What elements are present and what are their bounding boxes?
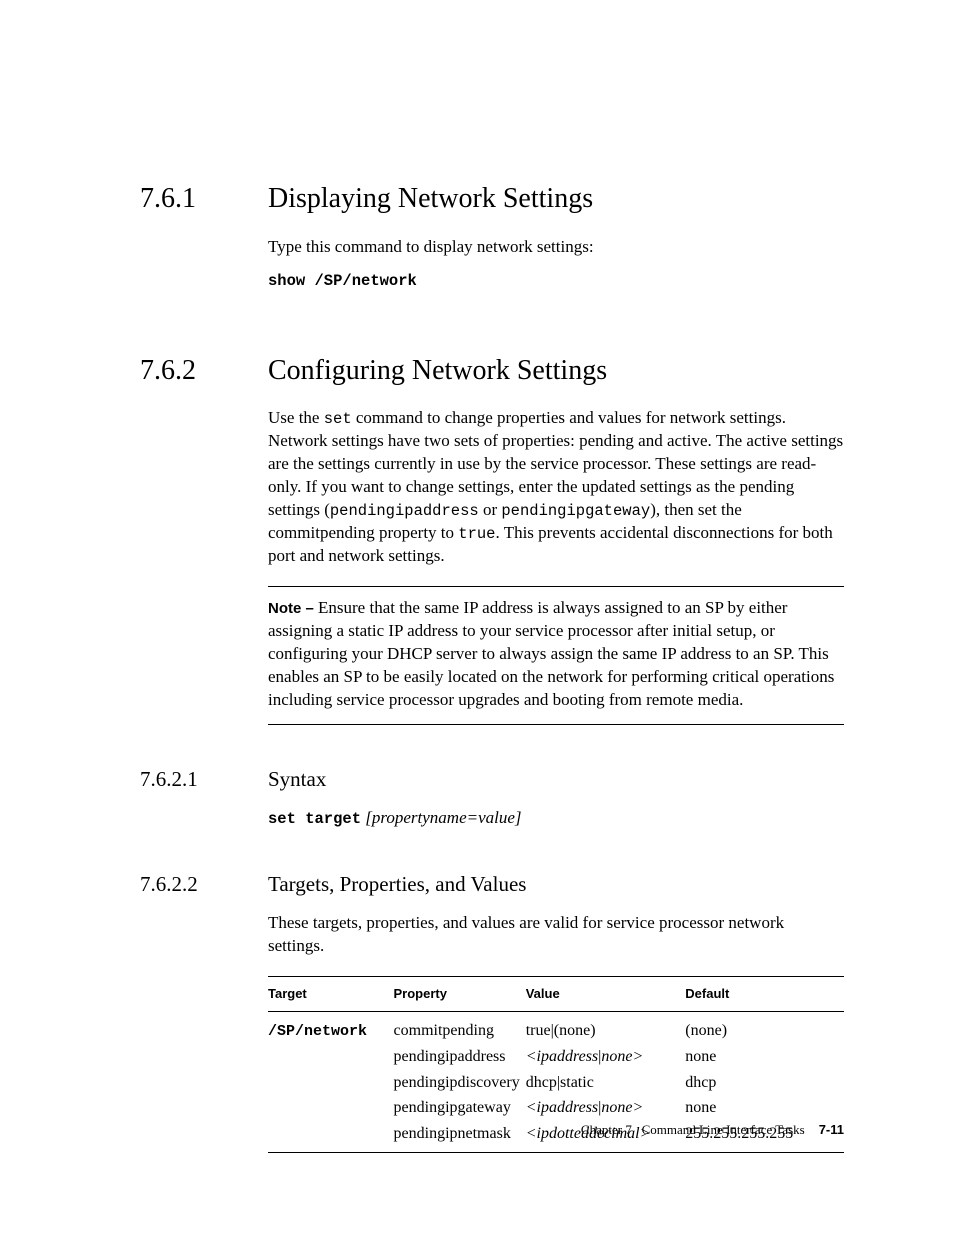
cell-default: none — [685, 1044, 844, 1070]
cell-default: none — [685, 1095, 844, 1121]
text: Use the — [268, 408, 324, 427]
syntax-arg: [propertyname=value] — [365, 808, 521, 827]
heading-title: Configuring Network Settings — [268, 352, 607, 390]
heading-number: 7.6.2 — [140, 352, 268, 390]
syntax-line: set target [propertyname=value] — [268, 807, 844, 830]
section-7-6-2: 7.6.2 Configuring Network Settings Use t… — [140, 352, 844, 1154]
heading-number: 7.6.2.2 — [140, 870, 268, 898]
page-footer: Chapter 7 Command Line Interface Tasks 7-… — [581, 1121, 844, 1139]
cell-property: pendingipnetmask — [394, 1121, 526, 1153]
heading-number: 7.6.2.1 — [140, 765, 268, 793]
table-row: /SP/network commitpending true|(none) (n… — [268, 1011, 844, 1044]
command-text: show /SP/network — [268, 272, 417, 290]
text: or — [479, 500, 502, 519]
cell-property: commitpending — [394, 1011, 526, 1044]
syntax-body: set target [propertyname=value] — [268, 807, 844, 830]
code-pendingipaddress: pendingipaddress — [330, 502, 479, 520]
heading-7-6-1: 7.6.1 Displaying Network Settings — [140, 180, 844, 218]
cell-value: <ipaddress|none> — [526, 1095, 686, 1121]
heading-number: 7.6.1 — [140, 180, 268, 218]
footer-page-number: 7-11 — [819, 1122, 844, 1137]
code-pendingipgateway: pendingipgateway — [501, 502, 650, 520]
page-content: 7.6.1 Displaying Network Settings Type t… — [0, 0, 954, 1153]
cell-value: true|(none) — [526, 1011, 686, 1044]
heading-title: Targets, Properties, and Values — [268, 870, 526, 898]
table-row: pendingipdiscovery dhcp|static dhcp — [268, 1070, 844, 1096]
table-row: pendingipaddress <ipaddress|none> none — [268, 1044, 844, 1070]
config-paragraph: Use the set command to change properties… — [268, 407, 844, 568]
cell-default: (none) — [685, 1011, 844, 1044]
footer-chapter: Chapter 7 — [581, 1122, 632, 1137]
code-true: true — [458, 525, 495, 543]
table-row: pendingipgateway <ipaddress|none> none — [268, 1095, 844, 1121]
cell-value: dhcp|static — [526, 1070, 686, 1096]
th-property: Property — [394, 977, 526, 1012]
section-body: Type this command to display network set… — [268, 236, 844, 292]
footer-title: Command Line Interface Tasks — [642, 1122, 805, 1137]
target-code: /SP/network — [268, 1023, 367, 1040]
tpv-body: These targets, properties, and values ar… — [268, 912, 844, 1153]
th-target: Target — [268, 977, 394, 1012]
cell-property: pendingipgateway — [394, 1095, 526, 1121]
command-line: show /SP/network — [268, 269, 844, 292]
th-default: Default — [685, 977, 844, 1012]
note-box: Note – Ensure that the same IP address i… — [268, 586, 844, 725]
heading-7-6-2: 7.6.2 Configuring Network Settings — [140, 352, 844, 390]
cell-value: <ipaddress|none> — [526, 1044, 686, 1070]
section-body: Use the set command to change properties… — [268, 407, 844, 724]
heading-title: Displaying Network Settings — [268, 180, 593, 218]
table-header-row: Target Property Value Default — [268, 977, 844, 1012]
heading-7-6-2-2: 7.6.2.2 Targets, Properties, and Values — [140, 870, 844, 898]
cell-target: /SP/network — [268, 1011, 394, 1044]
tpv-intro: These targets, properties, and values ar… — [268, 912, 844, 958]
heading-title: Syntax — [268, 765, 326, 793]
cell-default: dhcp — [685, 1070, 844, 1096]
note-body: Ensure that the same IP address is alway… — [268, 598, 834, 709]
heading-7-6-2-1: 7.6.2.1 Syntax — [140, 765, 844, 793]
note-label: Note – — [268, 600, 318, 617]
intro-text: Type this command to display network set… — [268, 236, 844, 259]
code-set: set — [324, 410, 352, 428]
cell-property: pendingipdiscovery — [394, 1070, 526, 1096]
th-value: Value — [526, 977, 686, 1012]
syntax-cmd: set target — [268, 810, 361, 828]
section-7-6-1: 7.6.1 Displaying Network Settings Type t… — [140, 180, 844, 292]
cell-property: pendingipaddress — [394, 1044, 526, 1070]
